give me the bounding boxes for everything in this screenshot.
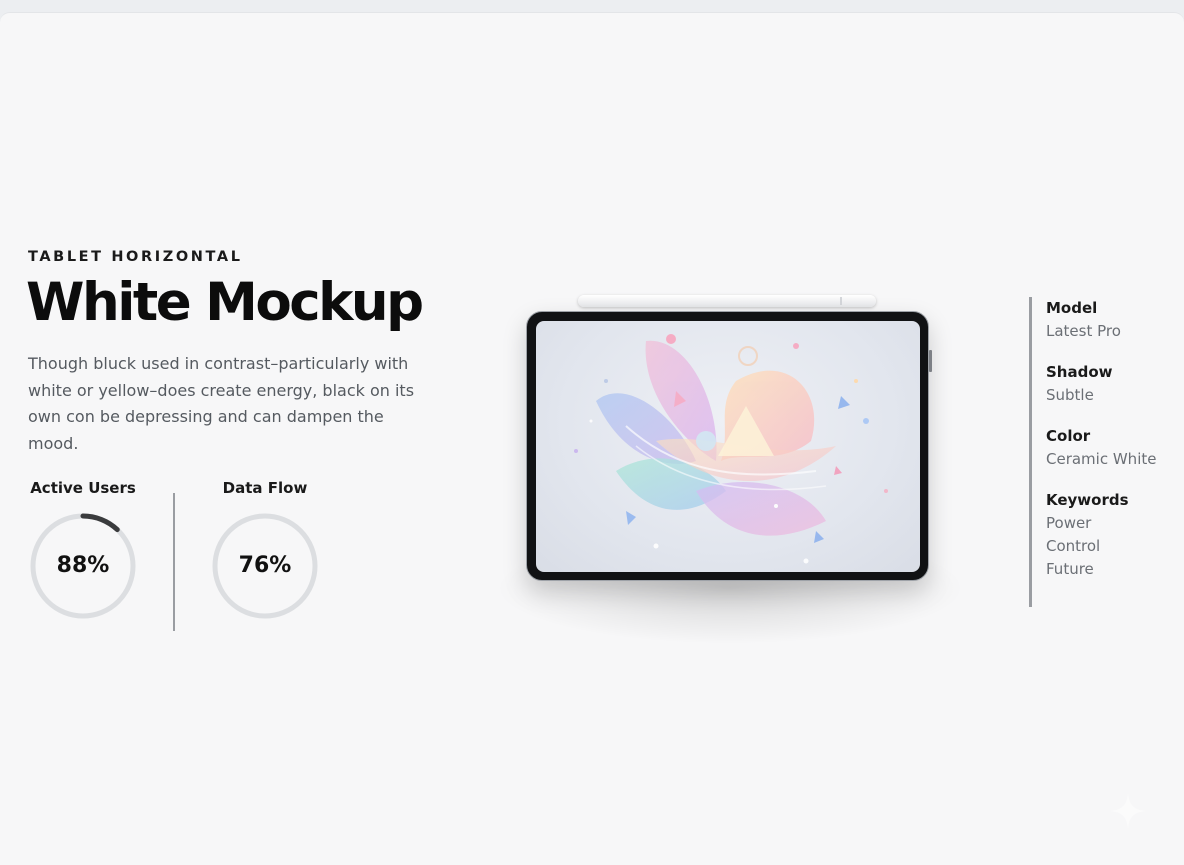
tablet-device-icon <box>526 311 932 581</box>
sparkle-icon <box>1110 793 1146 829</box>
spec-model: Model Latest Pro <box>1046 297 1182 343</box>
spec-keywords: Keywords Power Control Future <box>1046 489 1182 581</box>
mockup-page: TABLET HORIZONTAL White Mockup Though bl… <box>0 12 1184 865</box>
stats-divider <box>173 493 175 631</box>
stat-label: Active Users <box>30 479 136 497</box>
spec-shadow: Shadow Subtle <box>1046 361 1182 407</box>
description-text: Though bluck used in contrast–particular… <box>28 354 415 453</box>
pencil-band <box>840 297 842 305</box>
stat-value: 88% <box>56 553 110 578</box>
spec-color: Color Ceramic White <box>1046 425 1182 471</box>
spec-title: Color <box>1046 427 1091 445</box>
stat-label: Data Flow <box>222 479 308 497</box>
spec-value: Subtle <box>1046 386 1094 404</box>
stat-value: 76% <box>238 553 292 578</box>
stat-active-users: Active Users 88% <box>28 479 138 621</box>
spec-value: Power <box>1046 514 1092 532</box>
progress-ring: 76% <box>210 511 320 621</box>
spec-title: Keywords <box>1046 491 1129 509</box>
spec-list: Model Latest Pro Shadow Subtle Color Cer… <box>1029 297 1182 607</box>
stat-data-flow: Data Flow 76% <box>210 479 320 621</box>
spec-value: Ceramic White <box>1046 450 1157 468</box>
progress-ring: 88% <box>28 511 138 621</box>
spec-value: Future <box>1046 560 1094 578</box>
eyebrow-label: TABLET HORIZONTAL <box>28 249 243 265</box>
spec-title: Shadow <box>1046 363 1113 381</box>
tablet-side-button <box>929 350 932 372</box>
spec-value: Control <box>1046 537 1101 555</box>
spec-title: Model <box>1046 299 1098 317</box>
tablet-screen-artwork <box>536 321 920 572</box>
spec-value: Latest Pro <box>1046 322 1121 340</box>
page-title: White Mockup <box>26 272 424 333</box>
stylus-pencil-icon <box>578 295 876 307</box>
